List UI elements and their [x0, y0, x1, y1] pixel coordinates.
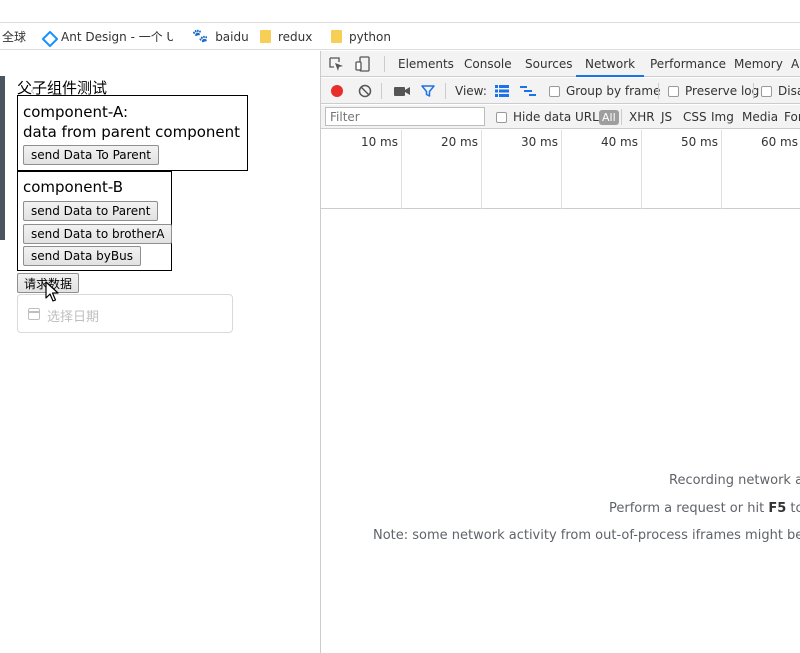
bookmarks-bar: 全球 Ant Design - 一个 U 🐾 baidu redux pytho…: [0, 22, 800, 50]
checkbox-icon: [668, 85, 679, 97]
hint-prefix: Perform a request or hit: [609, 501, 769, 516]
baidu-paw-icon: 🐾: [192, 29, 209, 44]
preserve-log-label: Preserve log: [685, 84, 760, 98]
tab-console[interactable]: Console: [464, 51, 512, 77]
filter-type-css[interactable]: CSS: [683, 105, 707, 129]
tab-sources[interactable]: Sources: [525, 51, 572, 77]
hint-key: F5: [768, 501, 787, 516]
tab-more[interactable]: A: [791, 51, 799, 77]
group-by-frame-checkbox[interactable]: Group by frame: [549, 78, 660, 104]
bookmark-redux[interactable]: redux: [260, 23, 312, 50]
component-a-data-text: data from parent component: [23, 123, 241, 141]
empty-state-note: Note: some network activity from out-of-…: [373, 528, 800, 543]
devtools-panel: Elements Console Sources Network Perform…: [320, 51, 800, 653]
date-picker-placeholder: 选择日期: [47, 310, 100, 325]
timeline-gridline: [481, 130, 482, 209]
send-data-to-brother-button[interactable]: send Data to brotherA: [23, 224, 173, 244]
filter-type-img[interactable]: Img: [711, 105, 734, 129]
bookmark-label: 全球: [2, 30, 27, 44]
timeline-gridline: [561, 130, 562, 209]
clear-icon[interactable]: [358, 84, 372, 98]
folder-icon: [331, 30, 342, 43]
filter-input[interactable]: [325, 107, 485, 126]
group-by-frame-label: Group by frame: [566, 84, 661, 98]
bookmark-baidu[interactable]: 🐾 baidu: [192, 23, 249, 50]
component-a: component-A: data from parent component …: [17, 95, 248, 171]
timeline-tick-label: 10 ms: [360, 135, 398, 149]
ant-design-icon: [42, 31, 54, 43]
folder-icon: [260, 30, 271, 43]
divider: [621, 109, 622, 125]
record-icon[interactable]: [330, 84, 344, 98]
timeline-gridline: [721, 130, 722, 209]
disable-cache-checkbox[interactable]: Disa: [761, 78, 800, 104]
divider: [753, 83, 754, 99]
filter-type-xhr[interactable]: XHR: [629, 105, 655, 129]
divider: [384, 56, 385, 72]
component-a-title: component-A:: [23, 103, 128, 121]
send-data-by-bus-button[interactable]: send Data byBus: [23, 246, 141, 266]
filter-type-media[interactable]: Media: [742, 105, 778, 129]
mouse-cursor-icon: [45, 281, 59, 302]
inspect-element-icon[interactable]: [329, 57, 344, 72]
tab-performance[interactable]: Performance: [650, 51, 726, 77]
timeline-tick-label: 40 ms: [600, 135, 638, 149]
timeline-gridline: [641, 130, 642, 209]
timeline-tick-label: 30 ms: [520, 135, 558, 149]
view-label: View:: [455, 84, 487, 98]
send-data-to-parent-button[interactable]: send Data To Parent: [23, 145, 159, 165]
filter-bar: Hide data URLs All XHR JS CSS Img Media …: [321, 105, 800, 129]
tab-elements[interactable]: Elements: [398, 51, 454, 77]
bookmark-global[interactable]: 全球: [2, 23, 26, 50]
filter-type-font[interactable]: For: [784, 105, 800, 129]
empty-state-recording: Recording network ac: [669, 473, 800, 488]
bookmark-label: python: [349, 29, 391, 44]
filter-type-all[interactable]: All: [599, 105, 619, 129]
hint-suffix: to re: [790, 501, 800, 516]
checkbox-icon: [761, 85, 772, 97]
divider: [658, 83, 659, 99]
checkbox-icon: [496, 111, 507, 123]
bookmark-python[interactable]: python: [331, 23, 391, 50]
disable-cache-label: Disa: [778, 84, 800, 98]
timeline-tick-label: 60 ms: [760, 135, 798, 149]
tab-memory[interactable]: Memory: [734, 51, 783, 77]
waterfall-overview-icon[interactable]: [520, 85, 536, 97]
bookmark-ant-design[interactable]: Ant Design - 一个 U: [42, 23, 173, 50]
bookmark-label: redux: [278, 29, 313, 44]
large-rows-icon[interactable]: [495, 85, 509, 97]
network-timeline-overview: 10 ms 20 ms 30 ms 40 ms 50 ms 60 ms: [321, 130, 800, 209]
bookmark-label: Ant Design - 一个 U: [61, 30, 173, 44]
timeline-gridline: [401, 130, 402, 209]
timeline-tick-label: 50 ms: [680, 135, 718, 149]
bookmark-label: baidu: [215, 29, 249, 44]
divider: [445, 83, 446, 99]
timeline-tick-label: 20 ms: [440, 135, 478, 149]
filter-type-all-label: All: [599, 109, 619, 125]
send-data-to-parent-button[interactable]: send Data to Parent: [23, 201, 159, 221]
divider: [381, 83, 382, 99]
device-toolbar-icon[interactable]: [355, 56, 371, 72]
network-toolbar: View: Group by frame Preserve log Disa: [321, 78, 800, 104]
preserve-log-checkbox[interactable]: Preserve log: [668, 78, 759, 104]
filter-type-js[interactable]: JS: [661, 105, 672, 129]
calendar-icon: [28, 308, 40, 320]
filter-icon[interactable]: [421, 84, 435, 98]
component-b: component-B send Data to Parent send Dat…: [17, 171, 173, 271]
component-b-title: component-B: [23, 178, 124, 196]
page-left-edge: [0, 76, 5, 240]
empty-state-hint: Perform a request or hit F5 to re: [609, 501, 800, 516]
checkbox-icon: [549, 85, 560, 97]
tab-network[interactable]: Network: [576, 51, 645, 77]
screenshot-camera-icon[interactable]: [394, 85, 410, 97]
hide-data-urls-checkbox[interactable]: Hide data URLs: [496, 105, 605, 129]
hide-data-urls-label: Hide data URLs: [513, 110, 606, 124]
devtools-tab-bar: Elements Console Sources Network Perform…: [321, 51, 800, 77]
